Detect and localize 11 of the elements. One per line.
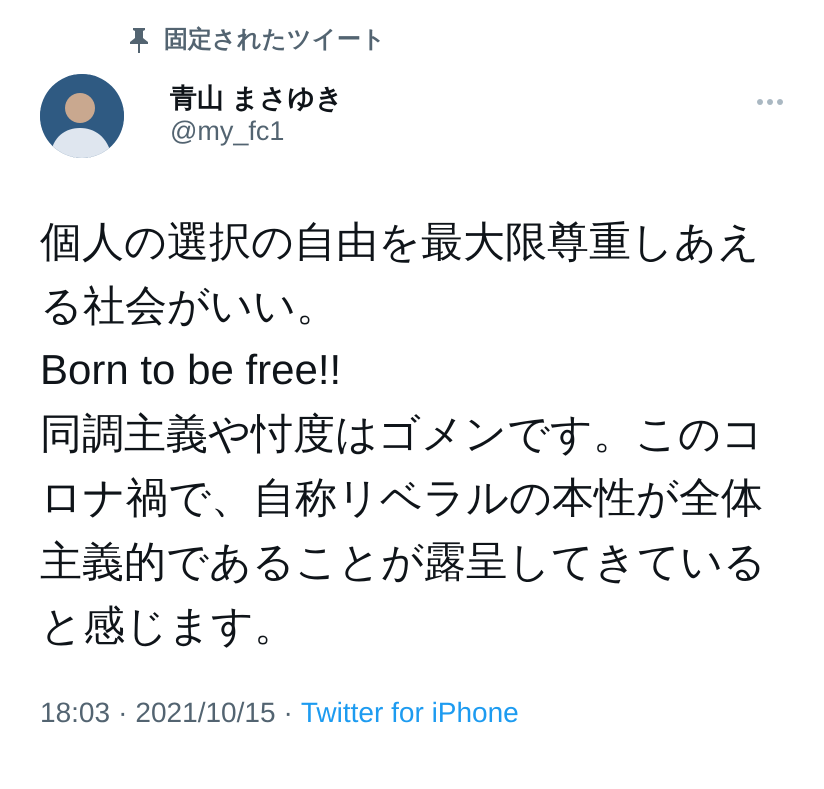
tweet-text: 同調主義や忖度はゴメンです。このコロナ禍で、自称リベラルの本性が全体主義的であることが露呈してきていると感じます。	[40, 409, 767, 651]
author-name[interactable]: 青山 まさゆき	[170, 82, 710, 114]
tweet-date: 2021/10/15	[135, 696, 276, 730]
author-handle[interactable]: @my_fc1	[170, 114, 710, 150]
tweet-text: Born to be free!!	[40, 345, 342, 395]
separator-dot: ·	[284, 696, 293, 730]
separator-dot: ·	[118, 696, 128, 730]
tweet-time: 18:03	[40, 696, 110, 730]
tweet-text: 個人の選択の自由を最大限尊重しあえる社会がいい。	[40, 217, 761, 331]
pin-icon	[128, 27, 150, 53]
pinned-label: 固定されたツイート	[164, 25, 386, 55]
